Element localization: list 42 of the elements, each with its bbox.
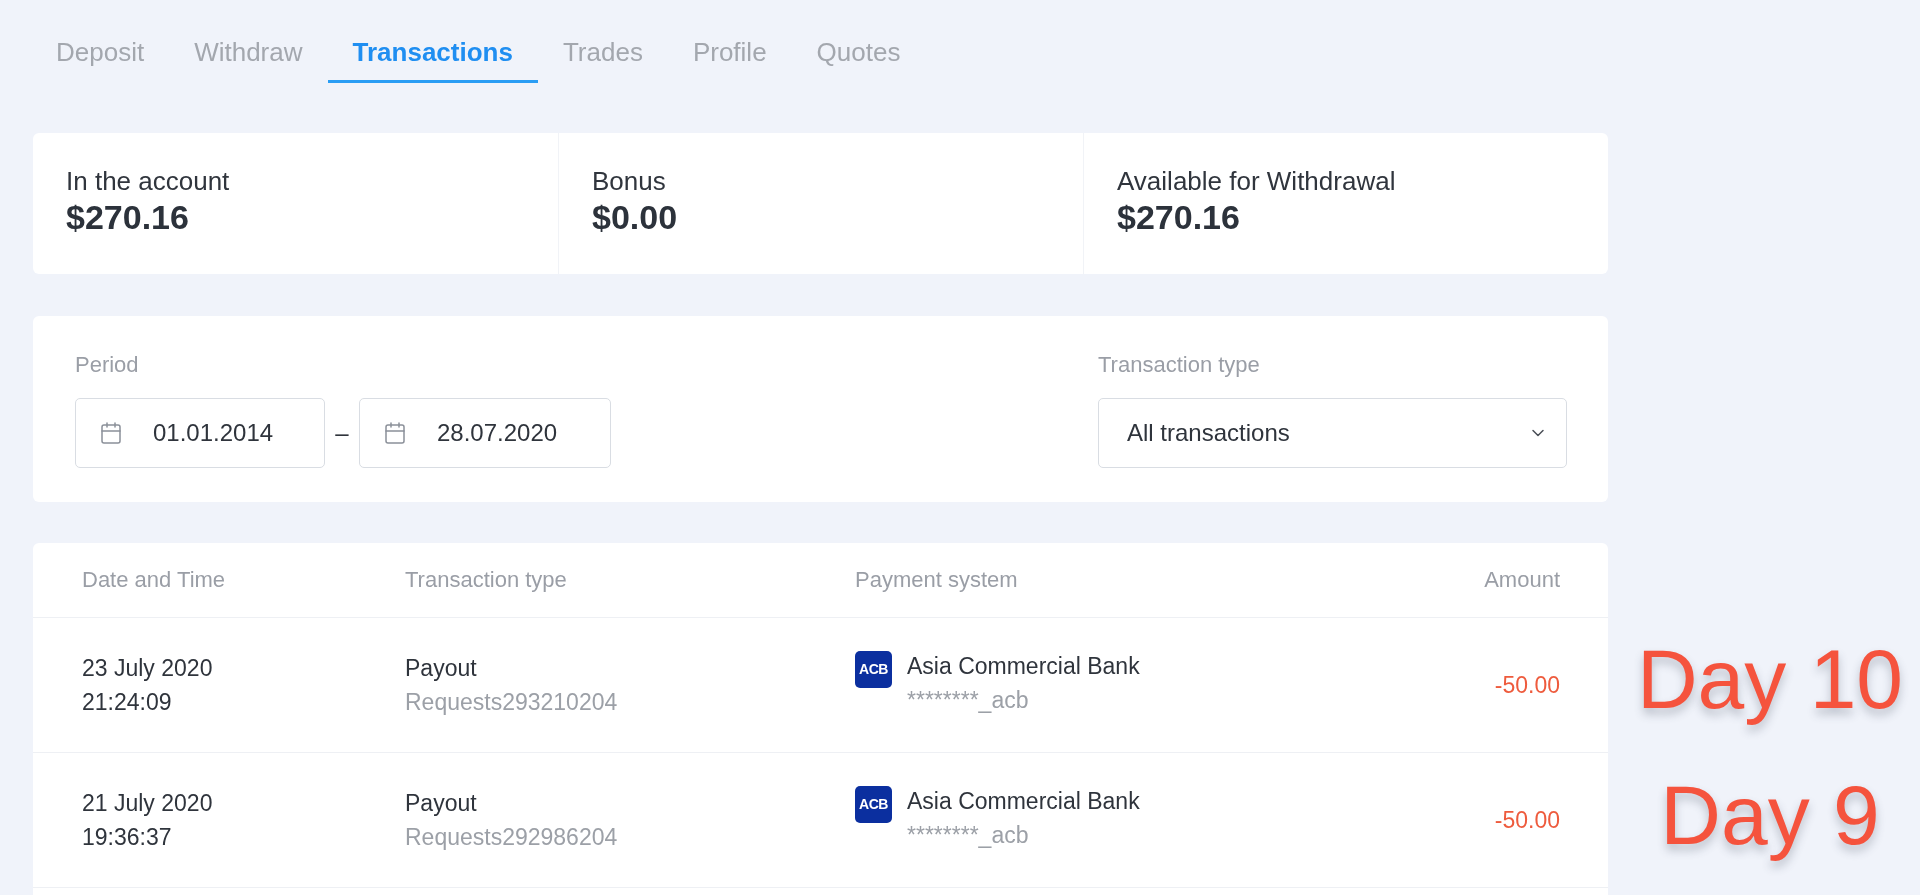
tab[interactable]: Transactions	[327, 0, 538, 83]
tab[interactable]: Trades	[537, 0, 668, 83]
time-text: 21:24:09	[82, 688, 172, 717]
balance-label: In the account	[66, 165, 230, 197]
transaction-type-text: Payout	[405, 789, 477, 818]
tab[interactable]: Deposit	[31, 0, 170, 83]
balance-amount: $0.00	[592, 197, 678, 237]
amount-text: -50.00	[1494, 671, 1560, 700]
balance-label: Available for Withdrawal	[1117, 165, 1396, 197]
request-id-text: Requests293210204	[405, 688, 618, 717]
bank-name: Asia Commercial Bank	[907, 652, 1140, 681]
time-text: 19:36:37	[82, 823, 172, 852]
balance-amount: $270.16	[1117, 197, 1240, 237]
type-select[interactable]: All transactions	[1098, 398, 1567, 468]
account-number: ********_acb	[907, 686, 1029, 715]
column-header: Date and Time	[82, 566, 226, 594]
tab[interactable]: Quotes	[791, 0, 926, 83]
bank-name: Asia Commercial Bank	[907, 787, 1140, 816]
bank-logo: ACB	[855, 651, 892, 688]
field-label: Transaction type	[1098, 351, 1260, 379]
account-number: ********_acb	[907, 821, 1029, 850]
date-field[interactable]: 01.01.2014	[75, 398, 325, 468]
balance-label: Bonus	[592, 165, 666, 197]
tab[interactable]: Withdraw	[169, 0, 328, 83]
request-id-text: Requests292986204	[405, 823, 618, 852]
field-label: Period	[75, 351, 139, 379]
bank-logo: ACB	[855, 786, 892, 823]
date-field[interactable]: 28.07.2020	[359, 398, 611, 468]
column-header: Payment system	[855, 566, 1018, 594]
date-text: 23 July 2020	[82, 654, 213, 683]
day-caption: Day 10	[1636, 631, 1904, 728]
tab[interactable]: Profile	[667, 0, 792, 83]
column-header: Amount	[1484, 566, 1560, 594]
balance-amount: $270.16	[66, 197, 189, 237]
transaction-type-text: Payout	[405, 654, 477, 683]
date-text: 21 July 2020	[82, 789, 213, 818]
day-caption: Day 9	[1660, 767, 1880, 864]
amount-text: -50.00	[1494, 806, 1560, 835]
range-separator: –	[334, 418, 350, 448]
calendar-icon	[99, 421, 123, 445]
calendar-icon	[383, 421, 407, 445]
column-header: Transaction type	[405, 566, 567, 594]
